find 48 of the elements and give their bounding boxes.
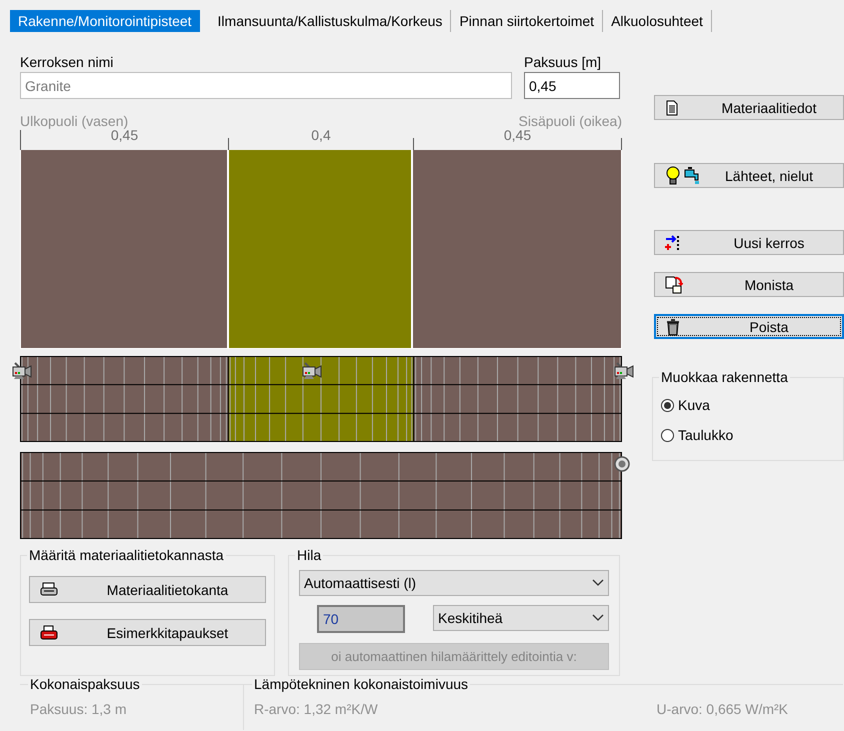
tab[interactable]: Alkuolosuhteet [603, 10, 712, 32]
thickness-label: 0,45 [110, 127, 138, 143]
printer-icon [40, 624, 58, 640]
camera-icon[interactable] [12, 362, 32, 380]
side-label: Sisäpuoli (oikea) [518, 113, 622, 130]
group-title: Määritä materiaalitietokannasta [27, 547, 226, 563]
radio-button[interactable] [661, 428, 674, 442]
document-icon [665, 100, 679, 116]
caret-icon [592, 579, 604, 587]
layer-name-field[interactable]: Granite [20, 72, 512, 99]
radio-option[interactable]: Kuva [661, 390, 835, 420]
group-title: Muokkaa rakennetta [659, 369, 790, 385]
action-button[interactable]: Uusi kerros [654, 230, 844, 255]
mesh-mode-dropdown[interactable]: Automaattisesti (l) [299, 570, 609, 596]
tab[interactable]: Rakenne/Monitorointipisteet [10, 10, 200, 32]
thickness-label: 0,4 [311, 127, 331, 143]
camera-icon[interactable] [302, 362, 322, 380]
tab[interactable]: Ilmansuunta/Kallistuskulma/Korkeus [210, 10, 452, 32]
lightbulb-icon [665, 166, 681, 186]
field-label: Paksuus [m] [524, 54, 602, 72]
faucet-icon [683, 166, 701, 184]
mesh-count-field[interactable]: 70 [317, 605, 405, 633]
thickness-field[interactable]: 0,45 [524, 72, 620, 99]
camera-icon[interactable] [614, 362, 634, 380]
tab[interactable]: Pinnan siirtokertoimet [451, 10, 604, 32]
group-title: Hila [295, 547, 324, 563]
r-value: R-arvo: 1,32 m²K/W [254, 701, 378, 719]
radio-button[interactable] [661, 398, 674, 412]
action-button[interactable]: Materiaalitiedot [654, 95, 844, 120]
field-label: Kerroksen nimi [20, 54, 114, 72]
thickness-label: 0,45 [504, 127, 532, 143]
group-title: Kokonaispaksuus [28, 676, 142, 692]
action-button[interactable]: Monista [654, 272, 844, 297]
group-title: Lämpötekninen kokonaistoimivuus [252, 676, 470, 692]
action-button[interactable]: Lähteet, nielut [654, 163, 844, 188]
database-button[interactable]: Materiaalitietokanta [29, 576, 266, 603]
target-icon[interactable] [614, 456, 630, 472]
density-dropdown[interactable]: Keskitiheä [433, 605, 609, 631]
u-value: U-arvo: 0,665 W/m²K [656, 701, 788, 719]
action-button[interactable]: Poista [654, 314, 844, 339]
database-button[interactable]: Esimerkkitapaukset [29, 619, 266, 646]
caret-icon [592, 614, 604, 622]
database-icon [40, 582, 58, 598]
copy-icon [665, 276, 683, 294]
thickness-value: Paksuus: 1,3 m [30, 701, 126, 719]
side-label: Ulkopuoli (vasen) [20, 113, 128, 130]
radio-option[interactable]: Taulukko [661, 420, 835, 450]
trash-icon [666, 318, 680, 336]
